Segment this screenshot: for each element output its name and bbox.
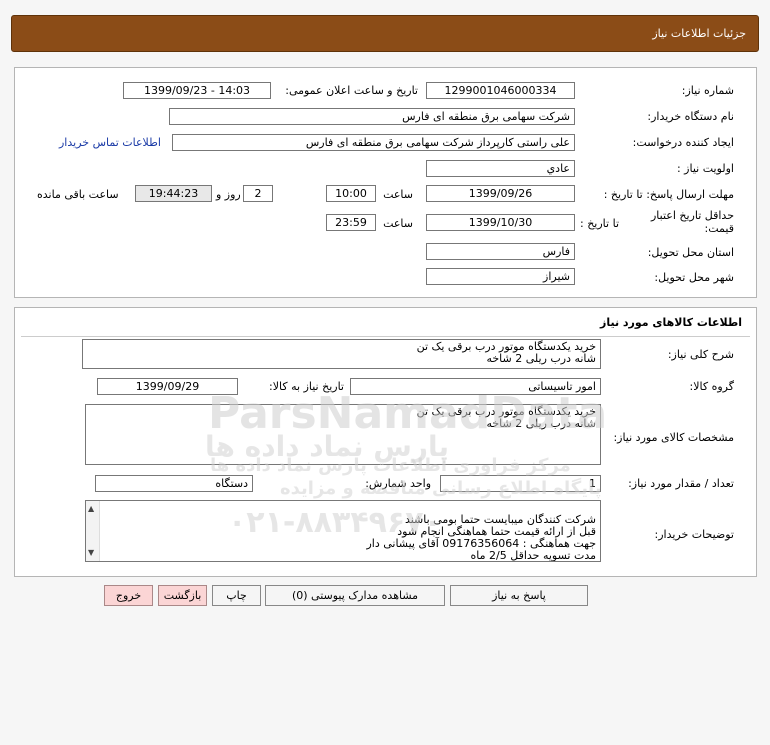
scroll-down-icon[interactable]: ▼ (88, 547, 94, 559)
buyer-notes-field[interactable]: شرکت کنندگان میبایست حتما بومی باشند قبل… (85, 500, 601, 562)
need-date-label: تاریخ نیاز به کالا: (269, 380, 344, 393)
need-date-field: 1399/09/29 (97, 378, 238, 395)
scroll-up-icon[interactable]: ▲ (88, 503, 94, 515)
city-label: شهر محل تحویل: (654, 271, 734, 284)
print-button[interactable]: چاپ (212, 585, 261, 606)
buyer-contact-link[interactable]: اطلاعات تماس خریدار (59, 136, 161, 149)
remaining-label: ساعت باقی مانده (37, 188, 119, 201)
buyer-org-label: نام دستگاه خریدار: (647, 110, 734, 123)
notes-scrollbar[interactable]: ▲ ▼ (86, 501, 100, 561)
city-field: شیراز (426, 268, 575, 285)
validity-label-line2: قیمت: (704, 222, 734, 235)
group-field: امور تاسیساتی (350, 378, 601, 395)
need-number-label: شماره نیاز: (681, 84, 734, 97)
specs-field: خرید یکدستگاه موتور درب برقی یک تن شانه … (85, 404, 601, 465)
unit-label: واحد شمارش: (365, 477, 431, 490)
validity-date-field: 1399/10/30 (426, 214, 575, 231)
priority-field: عادي (426, 160, 575, 177)
unit-field: دستگاه (95, 475, 253, 492)
validity-time-field: 23:59 (326, 214, 376, 231)
reply-button[interactable]: پاسخ به نیاز (450, 585, 588, 606)
quantity-label: تعداد / مقدار مورد نیاز: (628, 477, 734, 490)
group-label: گروه کالا: (689, 380, 734, 393)
province-label: استان محل تحویل: (647, 246, 734, 259)
back-button[interactable]: بازگشت (158, 585, 207, 606)
need-number-field: 1299001046000334 (426, 82, 575, 99)
announce-field: 1399/09/23 - 14:03 (123, 82, 271, 99)
description-field: خرید یکدستگاه موتور درب برقی یک تن شانه … (82, 339, 601, 369)
validity-time-label: ساعت (383, 217, 413, 230)
creator-field: علی راستی کارپرداز شرکت سهامی برق منطقه … (172, 134, 575, 151)
deadline-time-field: 10:00 (326, 185, 376, 202)
buyer-notes-text: شرکت کنندگان میبایست حتما بومی باشند قبل… (366, 513, 596, 562)
remaining-time-field: 19:44:23 (135, 185, 212, 202)
validity-until-label: تا تاریخ : (580, 217, 619, 230)
general-info-panel: شماره نیاز: 1299001046000334 تاریخ و ساع… (14, 67, 757, 298)
deadline-label: مهلت ارسال پاسخ: تا تاریخ : (603, 188, 734, 201)
buyer-org-field: شرکت سهامی برق منطقه ای فارس (169, 108, 575, 125)
days-count-field: 2 (243, 185, 273, 202)
buyer-notes-label: توضیحات خریدار: (654, 528, 735, 541)
priority-label: اولویت نیاز : (676, 162, 734, 175)
exit-button[interactable]: خروج (104, 585, 153, 606)
deadline-time-label: ساعت (383, 188, 413, 201)
page-header: جزئیات اطلاعات نیاز (11, 15, 759, 52)
announce-label: تاریخ و ساعت اعلان عمومی: (285, 84, 418, 97)
specs-label: مشخصات کالای مورد نیاز: (613, 431, 734, 444)
goods-section-title: اطلاعات کالاهای مورد نیاز (600, 316, 742, 329)
page-title: جزئیات اطلاعات نیاز (652, 27, 746, 40)
goods-info-panel: اطلاعات کالاهای مورد نیاز شرح کلی نیاز: … (14, 307, 757, 577)
attachments-button[interactable]: مشاهده مدارک پیوستی (0) (265, 585, 445, 606)
deadline-date-field: 1399/09/26 (426, 185, 575, 202)
quantity-field: 1 (440, 475, 601, 492)
days-label: روز و (216, 188, 241, 201)
creator-label: ایجاد کننده درخواست: (632, 136, 734, 149)
section-divider (21, 336, 750, 337)
province-field: فارس (426, 243, 575, 260)
validity-label-line1: حداقل تاریخ اعتبار (650, 209, 734, 222)
description-label: شرح کلی نیاز: (667, 348, 734, 361)
